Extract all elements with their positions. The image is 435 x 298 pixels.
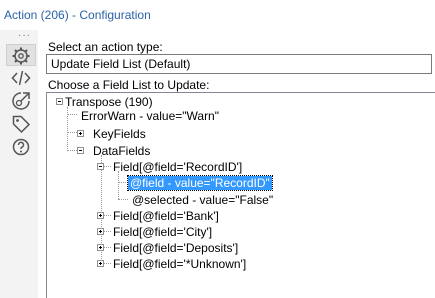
expand-toggle[interactable] bbox=[97, 212, 104, 219]
expand-toggle[interactable] bbox=[97, 228, 104, 235]
expand-toggle[interactable] bbox=[97, 244, 104, 251]
tree-node-selected-value[interactable]: @selected - value="False" bbox=[132, 192, 273, 208]
tree-connector bbox=[67, 132, 77, 133]
tree-node-field-city[interactable]: Field[@field='City'] bbox=[113, 224, 212, 240]
help-icon[interactable] bbox=[10, 136, 32, 158]
tree-node-field-recordid[interactable]: Field[@field='RecordID'] bbox=[113, 159, 242, 175]
tree-node-keyfields[interactable]: KeyFields bbox=[93, 126, 146, 142]
code-icon[interactable] bbox=[10, 67, 32, 89]
action-type-value: Update Field List (Default) bbox=[51, 57, 191, 71]
tag-icon[interactable] bbox=[10, 113, 32, 135]
tree-node-field-bank[interactable]: Field[@field='Bank'] bbox=[113, 208, 219, 224]
more-dots-icon[interactable]: ··· bbox=[18, 31, 31, 41]
selected-node-label[interactable]: @field - value="RecordID" bbox=[127, 175, 273, 191]
field-list-label: Choose a Field List to Update: bbox=[48, 78, 210, 92]
tree-node-field-value-selected[interactable]: @field - value="RecordID" bbox=[127, 175, 273, 191]
field-list-tree[interactable]: Transpose (190) ErrorWarn - value="Warn"… bbox=[46, 92, 435, 298]
collapse-toggle[interactable] bbox=[56, 98, 63, 105]
tree-connector bbox=[67, 150, 77, 151]
gear-icon[interactable] bbox=[6, 44, 36, 66]
title-bar: Action (206) - Configuration bbox=[0, 0, 435, 30]
action-type-label: Select an action type: bbox=[48, 40, 163, 54]
tree-node-errorwarn[interactable]: ErrorWarn - value="Warn" bbox=[81, 108, 219, 124]
tree-node-field-deposits[interactable]: Field[@field='Deposits'] bbox=[113, 240, 238, 256]
tree-connector bbox=[118, 171, 119, 199]
action-type-select[interactable]: Update Field List (Default) bbox=[46, 54, 432, 74]
tree-node-field-unknown[interactable]: Field[@field='*Unknown'] bbox=[113, 256, 246, 272]
collapse-toggle[interactable] bbox=[97, 163, 104, 170]
tree-node-datafields[interactable]: DataFields bbox=[93, 143, 150, 159]
window-title: Action (206) - Configuration bbox=[4, 8, 151, 22]
action-icon[interactable] bbox=[10, 90, 32, 112]
tree-connector bbox=[67, 114, 77, 115]
expand-toggle[interactable] bbox=[97, 260, 104, 267]
collapse-toggle[interactable] bbox=[77, 147, 84, 154]
tree-connector bbox=[118, 182, 128, 183]
expand-toggle[interactable] bbox=[77, 130, 84, 137]
tree-connector bbox=[118, 199, 128, 200]
